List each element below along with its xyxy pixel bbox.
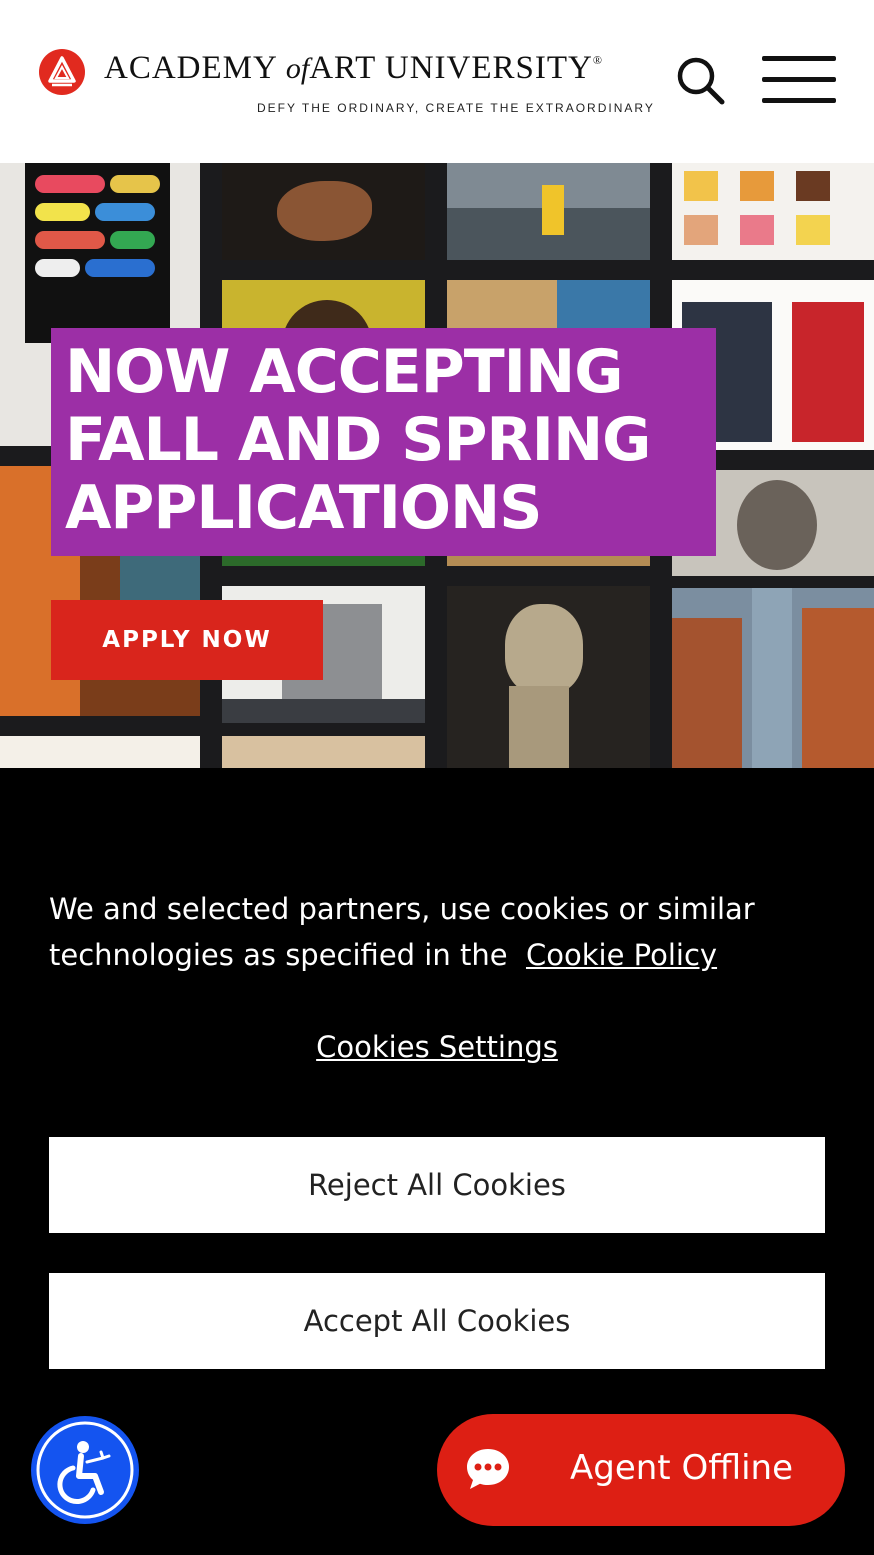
cookie-policy-link[interactable]: Cookie Policy	[526, 938, 717, 972]
accessibility-icon	[36, 1421, 134, 1519]
hero-artwork-tile	[447, 163, 650, 260]
brand-tagline: DEFY THE ORDINARY, CREATE THE EXTRAORDIN…	[257, 101, 655, 115]
hero-banner: NOW ACCEPTING FALL AND SPRING APPLICATIO…	[0, 163, 874, 768]
brand-suffix: ART UNIVERSITY	[309, 50, 593, 86]
hamburger-menu-icon	[762, 56, 836, 61]
hero-artwork-tile	[447, 586, 650, 768]
cookies-settings-link[interactable]: Cookies Settings	[0, 1030, 874, 1064]
hero-artwork-tile	[672, 588, 874, 768]
apply-now-button[interactable]: APPLY NOW	[51, 600, 323, 680]
registered-mark: ®	[592, 53, 603, 67]
hero-artwork-tile	[672, 163, 874, 260]
chat-bubble-icon	[467, 1449, 509, 1489]
brand-of: of	[285, 52, 310, 85]
academy-logo-icon[interactable]	[38, 48, 86, 96]
agent-status-label: Agent Offline	[570, 1448, 793, 1488]
reject-all-cookies-button[interactable]: Reject All Cookies	[49, 1137, 825, 1233]
cookie-message: We and selected partners, use cookies or…	[49, 886, 839, 978]
search-icon	[677, 57, 725, 105]
brand-prefix: ACADEMY	[104, 50, 277, 86]
brand-name[interactable]: ACADEMY ofART UNIVERSITY®	[104, 50, 603, 87]
site-header: ACADEMY ofART UNIVERSITY® DEFY THE ORDIN…	[0, 0, 874, 163]
live-chat-button[interactable]: Agent Offline	[437, 1414, 845, 1526]
hero-artwork-tile	[222, 736, 425, 768]
search-button[interactable]	[672, 52, 728, 108]
menu-button[interactable]	[760, 52, 838, 108]
accept-all-cookies-button[interactable]: Accept All Cookies	[49, 1273, 825, 1369]
headline-banner: NOW ACCEPTING FALL AND SPRING APPLICATIO…	[51, 328, 716, 556]
hero-artwork-tile	[222, 163, 425, 260]
accessibility-button[interactable]	[31, 1416, 139, 1524]
hero-headline: NOW ACCEPTING FALL AND SPRING APPLICATIO…	[65, 337, 651, 543]
hero-artwork-tile	[0, 736, 200, 768]
